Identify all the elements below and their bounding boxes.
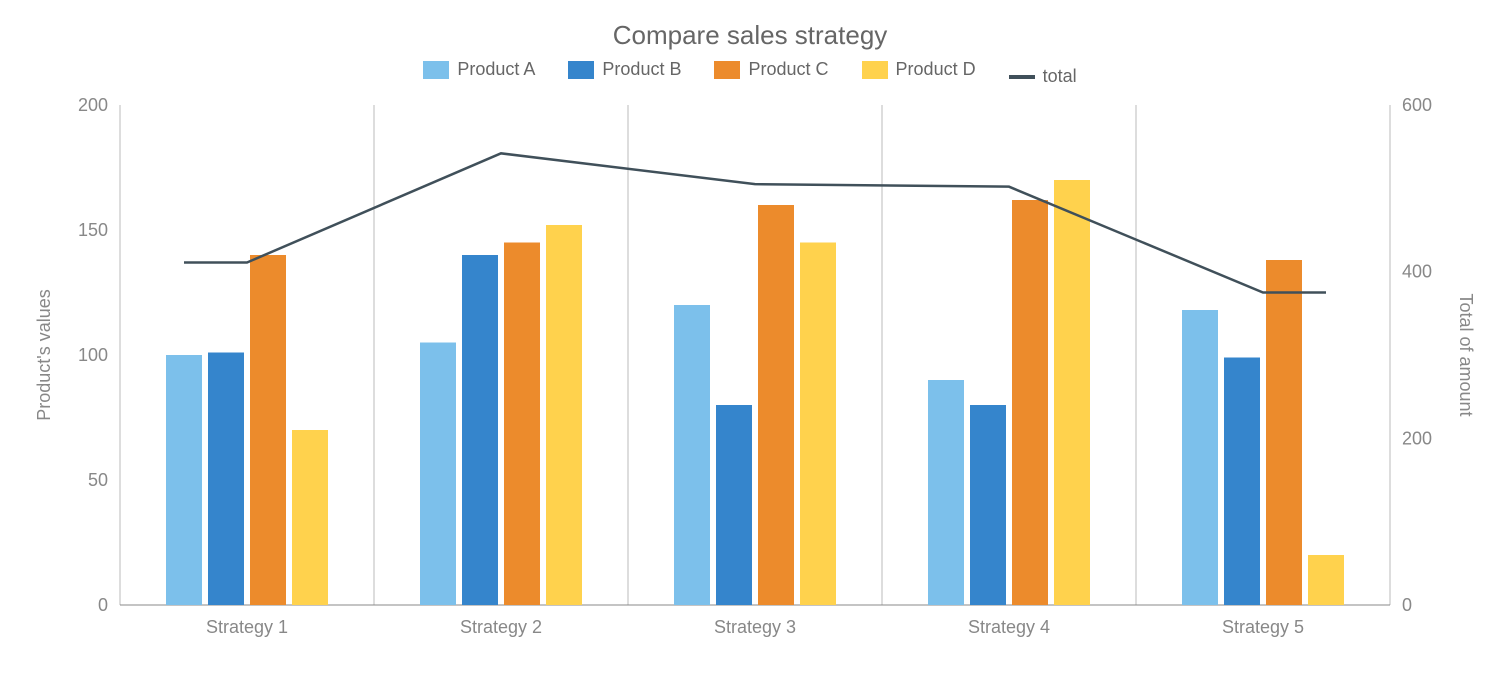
bar[interactable]	[928, 380, 964, 605]
bar[interactable]	[1224, 358, 1260, 606]
svg-text:200: 200	[78, 95, 108, 115]
legend-swatch	[1009, 75, 1035, 79]
bar[interactable]	[758, 205, 794, 605]
svg-text:Strategy 4: Strategy 4	[968, 617, 1050, 637]
bar[interactable]	[1308, 555, 1344, 605]
bar[interactable]	[462, 255, 498, 605]
bar[interactable]	[166, 355, 202, 605]
svg-text:400: 400	[1402, 262, 1432, 282]
legend-swatch	[714, 61, 740, 79]
bar[interactable]	[716, 405, 752, 605]
svg-text:Strategy 2: Strategy 2	[460, 617, 542, 637]
legend-label: Product D	[896, 59, 976, 80]
bar[interactable]	[970, 405, 1006, 605]
bar[interactable]	[800, 243, 836, 606]
bar[interactable]	[250, 255, 286, 605]
chart-plot-area: 0 50 100 150 200 0 200 400 600 Strategy 1 Strategy…	[20, 95, 1480, 655]
svg-text:Product's values: Product's values	[34, 289, 54, 421]
legend-swatch	[568, 61, 594, 79]
bar[interactable]	[674, 305, 710, 605]
bar[interactable]	[1266, 260, 1302, 605]
legend-swatch	[423, 61, 449, 79]
bar[interactable]	[1054, 180, 1090, 605]
svg-text:200: 200	[1402, 428, 1432, 448]
chart-legend: Product A Product B Product C Product D …	[20, 59, 1480, 87]
legend-label: total	[1043, 66, 1077, 87]
legend-item-product-b[interactable]: Product B	[568, 59, 681, 80]
svg-text:600: 600	[1402, 95, 1432, 115]
total-line[interactable]	[184, 153, 1326, 292]
svg-text:100: 100	[78, 345, 108, 365]
legend-item-product-a[interactable]: Product A	[423, 59, 535, 80]
legend-label: Product C	[748, 59, 828, 80]
chart-container: Compare sales strategy Product A Product…	[20, 20, 1480, 680]
svg-text:0: 0	[98, 595, 108, 615]
svg-text:Strategy 3: Strategy 3	[714, 617, 796, 637]
chart-svg: 0 50 100 150 200 0 200 400 600 Strategy 1 Strategy…	[20, 95, 1480, 655]
legend-item-product-d[interactable]: Product D	[862, 59, 976, 80]
bar[interactable]	[292, 430, 328, 605]
legend-label: Product B	[602, 59, 681, 80]
legend-label: Product A	[457, 59, 535, 80]
bar[interactable]	[420, 343, 456, 606]
bar[interactable]	[208, 353, 244, 606]
svg-text:Strategy 1: Strategy 1	[206, 617, 288, 637]
bar[interactable]	[1182, 310, 1218, 605]
bar[interactable]	[546, 225, 582, 605]
svg-text:0: 0	[1402, 595, 1412, 615]
legend-item-total[interactable]: total	[1009, 66, 1077, 87]
svg-text:150: 150	[78, 220, 108, 240]
bar[interactable]	[504, 243, 540, 606]
svg-text:50: 50	[88, 470, 108, 490]
legend-item-product-c[interactable]: Product C	[714, 59, 828, 80]
svg-text:Total of amount: Total of amount	[1456, 293, 1476, 416]
bar[interactable]	[1012, 200, 1048, 605]
legend-swatch	[862, 61, 888, 79]
svg-text:Strategy 5: Strategy 5	[1222, 617, 1304, 637]
chart-title: Compare sales strategy	[20, 20, 1480, 51]
